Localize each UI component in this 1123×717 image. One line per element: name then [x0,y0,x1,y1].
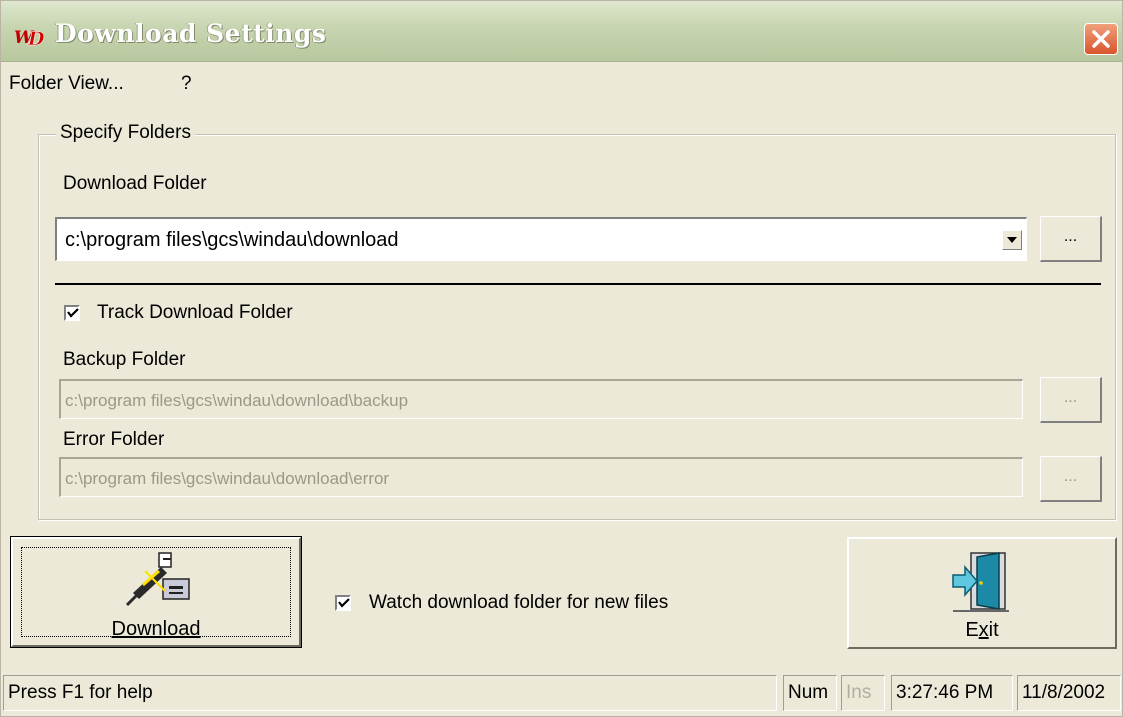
status-help-text: Press F1 for help [3,675,777,711]
download-folder-label: Download Folder [63,173,207,194]
title-bar[interactable]: W D Download Settings [1,1,1122,62]
backup-folder-value: c:\program files\gcs\windau\download\bac… [65,391,409,410]
download-button-label: Download [111,618,201,640]
chevron-down-icon [1007,237,1017,243]
status-ins: Ins [841,675,885,711]
browse-error-button[interactable]: ... [1040,456,1102,502]
download-folder-combo[interactable]: c:\program files\gcs\windau\download [55,217,1027,261]
exit-button[interactable]: Exit [847,537,1117,649]
status-bar: Press F1 for help Num Ins 3:27:46 PM 11/… [1,671,1122,716]
checkmark-icon [338,598,350,608]
app-logo-icon: W D [14,28,45,48]
separator [55,283,1101,285]
download-settings-window: W D Download Settings Folder View... ? S… [0,0,1123,717]
menu-folder-view[interactable]: Folder View... [9,73,124,95]
status-time: 3:27:46 PM [891,675,1013,711]
group-legend: Specify Folders [56,122,195,144]
download-folder-value: c:\program files\gcs\windau\download [65,229,399,251]
close-icon [1092,30,1110,48]
backup-folder-label: Backup Folder [63,349,186,370]
track-download-checkbox[interactable] [64,305,80,321]
window-title: Download Settings [55,19,327,48]
error-folder-label: Error Folder [63,429,165,450]
status-date: 11/8/2002 [1017,675,1121,711]
dropdown-button[interactable] [1002,230,1022,250]
svg-text:D: D [27,28,45,48]
browse-download-button[interactable]: ... [1040,216,1102,262]
backup-folder-field[interactable]: c:\program files\gcs\windau\download\bac… [59,379,1023,419]
status-num: Num [783,675,837,711]
exit-door-icon [952,552,1009,612]
browse-backup-button[interactable]: ... [1040,377,1102,423]
menu-bar: Folder View... ? [1,63,1122,101]
error-folder-value: c:\program files\gcs\windau\download\err… [65,469,390,488]
menu-help[interactable]: ? [181,73,192,95]
download-icon [125,552,190,607]
track-download-label[interactable]: Track Download Folder [97,302,293,324]
exit-button-label: Exit [965,619,999,641]
watch-folder-label[interactable]: Watch download folder for new files [369,592,668,614]
checkmark-icon [67,308,79,318]
download-button[interactable]: Download [10,536,302,648]
close-button[interactable] [1084,23,1118,55]
watch-folder-checkbox[interactable] [335,595,351,611]
error-folder-field[interactable]: c:\program files\gcs\windau\download\err… [59,457,1023,497]
